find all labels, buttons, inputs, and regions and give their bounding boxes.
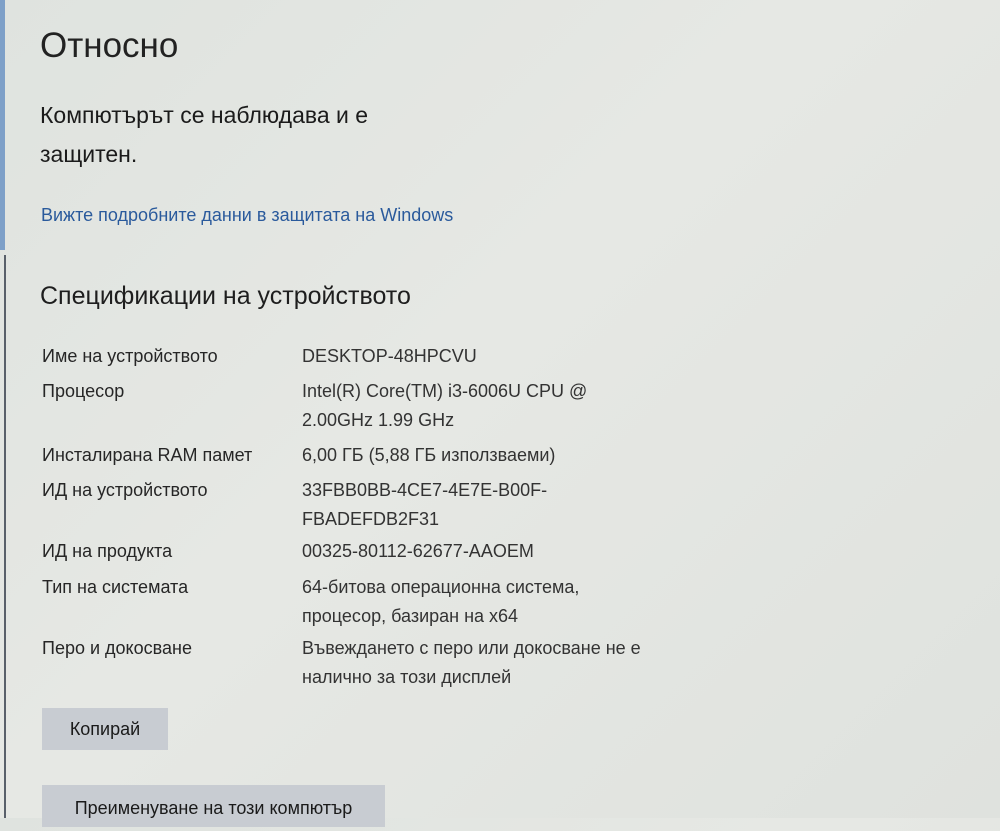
window-edge: [4, 255, 6, 818]
spec-label: ИД на продукта: [42, 541, 173, 561]
protection-status-text: Компютърът се наблюдава и е защитен.: [40, 102, 369, 167]
spec-label: Перо и докосване: [42, 638, 192, 658]
page-title: Относно: [40, 26, 179, 65]
copy-button[interactable]: Копирай: [42, 708, 168, 750]
spec-label: Тип на системата: [42, 577, 189, 597]
spec-value: 33FBB0BB-4CE7-4E7E-B00F-FBADEFDB2F31: [302, 480, 548, 529]
windows-security-link[interactable]: Вижте подробните данни в защитата на Win…: [41, 205, 453, 226]
spec-label: ИД на устройството: [42, 480, 208, 500]
rename-pc-button[interactable]: Преименуване на този компютър: [42, 785, 385, 827]
spec-label: Име на устройството: [42, 346, 218, 366]
spec-label: Инсталирана RAM памет: [42, 445, 253, 465]
spec-value: Intel(R) Core(TM) i3-6006U CPU @ 2.00GHz…: [302, 381, 588, 430]
device-specs-heading: Спецификации на устройството: [40, 282, 411, 310]
spec-value: Въвеждането с перо или докосване не е на…: [302, 638, 641, 687]
spec-value: DESKTOP-48HPCVU: [302, 346, 477, 366]
spec-label: Процесор: [42, 381, 125, 401]
spec-value: 6,00 ГБ (5,88 ГБ използваеми): [302, 445, 556, 465]
spec-value: 64-битова операционна система, процесор,…: [302, 577, 580, 626]
spec-value: 00325-80112-62677-AAOEM: [302, 541, 534, 561]
accent-strip: [0, 0, 5, 250]
